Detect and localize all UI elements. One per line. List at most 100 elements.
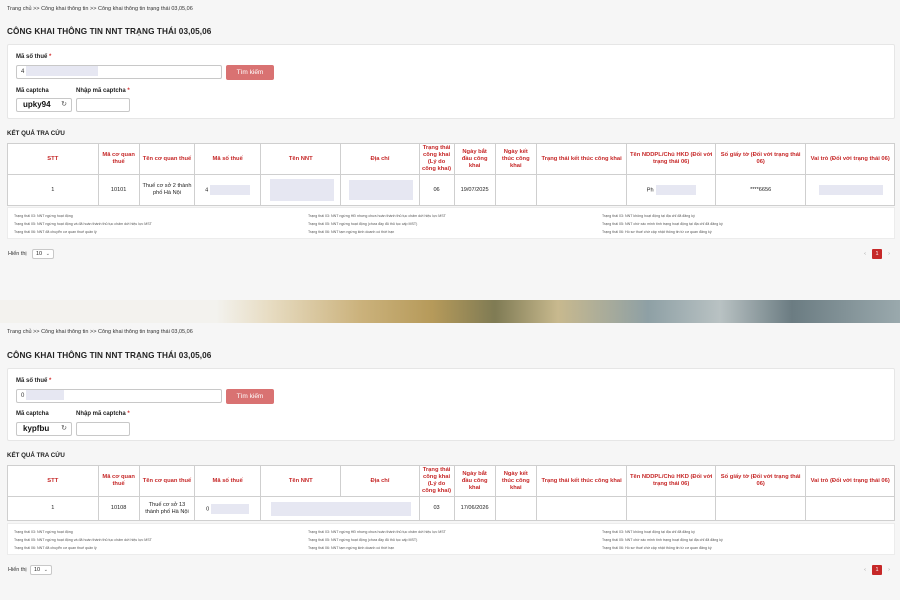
results-table: STT Mã cơ quan thuế Tên cơ quan thuế Mã … [7, 143, 895, 206]
legend-2-1: Trạng thái 03: NNT ngừng HĐ nhưng chưa h… [308, 214, 446, 218]
th-nddpl: Tên NDDPL/Chủ HKD (Đối với trạng thái 06… [626, 143, 716, 175]
chevron-down-icon: ⌄ [45, 251, 50, 257]
search-button[interactable]: Tìm kiếm [226, 65, 274, 80]
status-legend: Trạng thái 03: NNT ngừng hoạt động Trạng… [7, 207, 895, 239]
refresh-icon[interactable]: ↻ [61, 99, 67, 111]
legend-3-3: Trạng thái 06: Hồ sơ thuế chờ cập nhật t… [602, 546, 712, 550]
captcha-input-label: Nhập mã captcha * [76, 88, 130, 94]
cell-stt: 1 [7, 174, 99, 206]
page-size-select[interactable]: 10 ⌄ [32, 249, 54, 259]
next-page-button[interactable]: › [884, 249, 894, 259]
table-row: 1 10101 Thuế cơ sở 2 thành phố Hà Nội 4 … [7, 174, 895, 206]
cell-ma-cqt: 10101 [97, 174, 140, 206]
breadcrumb-home[interactable]: Trang chủ [7, 329, 32, 335]
legend-3-2: Trạng thái 05: NNT chờ xác minh tình trạ… [602, 222, 723, 226]
captcha-image: kypfbu ↻ [16, 422, 72, 436]
breadcrumb-current: Công khai thông tin trạng thái 03,05,06 [97, 6, 193, 12]
results-label: KẾT QUẢ TRA CỨU [7, 452, 65, 459]
captcha-label: Mã captcha [16, 411, 49, 417]
next-page-button[interactable]: › [884, 565, 894, 575]
th-ngay-kt: Ngày kết thúc công khai [494, 143, 537, 175]
captcha-label: Mã captcha [16, 88, 49, 94]
th-ngay-bd: Ngày bắt đầu công khai [453, 143, 496, 175]
captcha-image: upky94 ↻ [16, 98, 72, 112]
captcha-input-label: Nhập mã captcha * [76, 411, 130, 417]
legend-2-3: Trạng thái 06: NNT tạm ngừng kinh doanh … [308, 230, 395, 234]
results-table: STT Mã cơ quan thuế Tên cơ quan thuế Mã … [7, 465, 895, 521]
th-so-giay-to: Số giấy tờ (Đối với trạng thái 06) [714, 465, 807, 497]
breadcrumb-public-info[interactable]: Công khai thông tin [41, 329, 88, 335]
refresh-icon[interactable]: ↻ [61, 423, 67, 435]
breadcrumb-public-info[interactable]: Công khai thông tin [41, 6, 88, 12]
legend-1-3: Trạng thái 06: NNT đã chuyển cơ quan thu… [14, 230, 97, 234]
th-ten-cqt: Tên cơ quan thuế [138, 143, 196, 175]
search-panel-2: Trang chủ >> Công khai thông tin >> Công… [0, 323, 900, 600]
tax-code-input[interactable]: 4 [16, 65, 222, 79]
show-label: Hiển thị [8, 567, 27, 573]
th-mst: Mã số thuế [194, 143, 262, 175]
breadcrumb-home[interactable]: Trang chủ [7, 6, 32, 12]
cell-tt-kt [535, 174, 628, 206]
cell-ten-nnt [260, 174, 342, 206]
page-1-button[interactable]: 1 [872, 565, 882, 575]
legend-2-2: Trạng thái 05: NNT ngừng hoạt động (chưa… [308, 538, 418, 542]
th-mst: Mã số thuế [194, 465, 262, 497]
legend-3-2: Trạng thái 05: NNT chờ xác minh tình trạ… [602, 538, 723, 542]
cell-ten-cqt: Thuế cơ sở 2 thành phố Hà Nội [138, 174, 196, 206]
th-ngay-bd: Ngày bắt đầu công khai [453, 465, 496, 497]
legend-3-3: Trạng thái 06: Hồ sơ thuế chờ cập nhật t… [602, 230, 712, 234]
cell-ngay-bd: 19/07/2025 [453, 174, 496, 206]
th-vai-tro: Vai trò (Đối với trạng thái 06) [805, 143, 895, 175]
th-trang-thai: Trạng thái công khai (Lý do công khai) [418, 143, 455, 175]
page-size-select[interactable]: 10 ⌄ [30, 565, 52, 575]
th-stt: STT [7, 465, 99, 497]
page-1-button[interactable]: 1 [872, 249, 882, 259]
th-tt-kt: Trạng thái kết thúc công khai [535, 465, 628, 497]
search-button[interactable]: Tìm kiếm [226, 389, 274, 404]
table-row: 1 10108 Thuế cơ sở 13 thành phố Hà Nội 0… [7, 496, 895, 521]
cell-so-giay-to [714, 496, 807, 521]
cell-trang-thai: 03 [418, 496, 455, 521]
results-label: KẾT QUẢ TRA CỨU [7, 130, 65, 137]
th-stt: STT [7, 143, 99, 175]
th-so-giay-to: Số giấy tờ (Đối với trạng thái 06) [714, 143, 807, 175]
prev-page-button[interactable]: ‹ [860, 249, 870, 259]
th-dia-chi: Địa chỉ [340, 465, 420, 497]
captcha-input[interactable] [76, 422, 130, 436]
th-ten-nnt: Tên NNT [260, 143, 342, 175]
tax-code-input[interactable]: 0 [16, 389, 222, 403]
th-vai-tro: Vai trò (Đối với trạng thái 06) [805, 465, 895, 497]
legend-1-1: Trạng thái 03: NNT ngừng hoạt động [14, 530, 73, 534]
cell-mst: 4 [194, 174, 262, 206]
captcha-input[interactable] [76, 98, 130, 112]
breadcrumb: Trang chủ >> Công khai thông tin >> Công… [7, 329, 193, 335]
th-trang-thai: Trạng thái công khai (Lý do công khai) [418, 465, 455, 497]
th-dia-chi: Địa chỉ [340, 143, 420, 175]
cell-vai-tro [805, 496, 895, 521]
th-ten-nnt: Tên NNT [260, 465, 342, 497]
legend-2-2: Trạng thái 05: NNT ngừng hoạt động (chưa… [308, 222, 418, 226]
legend-3-1: Trạng thái 03: NNT không hoạt động tại đ… [602, 214, 695, 218]
cell-tt-kt [535, 496, 628, 521]
search-form: Mã số thuế * 4 Tìm kiếm Mã captcha Nhập … [7, 44, 895, 119]
legend-2-1: Trạng thái 03: NNT ngừng HĐ nhưng chưa h… [308, 530, 446, 534]
banner-image [0, 300, 900, 323]
search-panel-1: Trang chủ >> Công khai thông tin >> Công… [0, 0, 900, 300]
th-ngay-kt: Ngày kết thúc công khai [494, 465, 537, 497]
breadcrumb: Trang chủ >> Công khai thông tin >> Công… [7, 6, 193, 12]
prev-page-button[interactable]: ‹ [860, 565, 870, 575]
cell-ten-cqt: Thuế cơ sở 13 thành phố Hà Nội [138, 496, 196, 521]
page-title: CÔNG KHAI THÔNG TIN NNT TRẠNG THÁI 03,05… [7, 351, 212, 360]
th-tt-kt: Trạng thái kết thúc công khai [535, 143, 628, 175]
cell-ngay-bd: 17/06/2026 [453, 496, 496, 521]
legend-3-1: Trạng thái 03: NNT không hoạt động tại đ… [602, 530, 695, 534]
breadcrumb-current: Công khai thông tin trạng thái 03,05,06 [97, 329, 193, 335]
status-legend: Trạng thái 03: NNT ngừng hoạt động Trạng… [7, 523, 895, 555]
cell-nddpl [626, 496, 716, 521]
cell-trang-thai: 06 [418, 174, 455, 206]
legend-1-2: Trạng thái 05: NNT ngừng hoạt động và đã… [14, 222, 152, 226]
page-title: CÔNG KHAI THÔNG TIN NNT TRẠNG THÁI 03,05… [7, 27, 212, 36]
search-form: Mã số thuế * 0 Tìm kiếm Mã captcha Nhập … [7, 368, 895, 441]
legend-2-3: Trạng thái 06: NNT tạm ngừng kinh doanh … [308, 546, 395, 550]
legend-1-1: Trạng thái 03: NNT ngừng hoạt động [14, 214, 73, 218]
